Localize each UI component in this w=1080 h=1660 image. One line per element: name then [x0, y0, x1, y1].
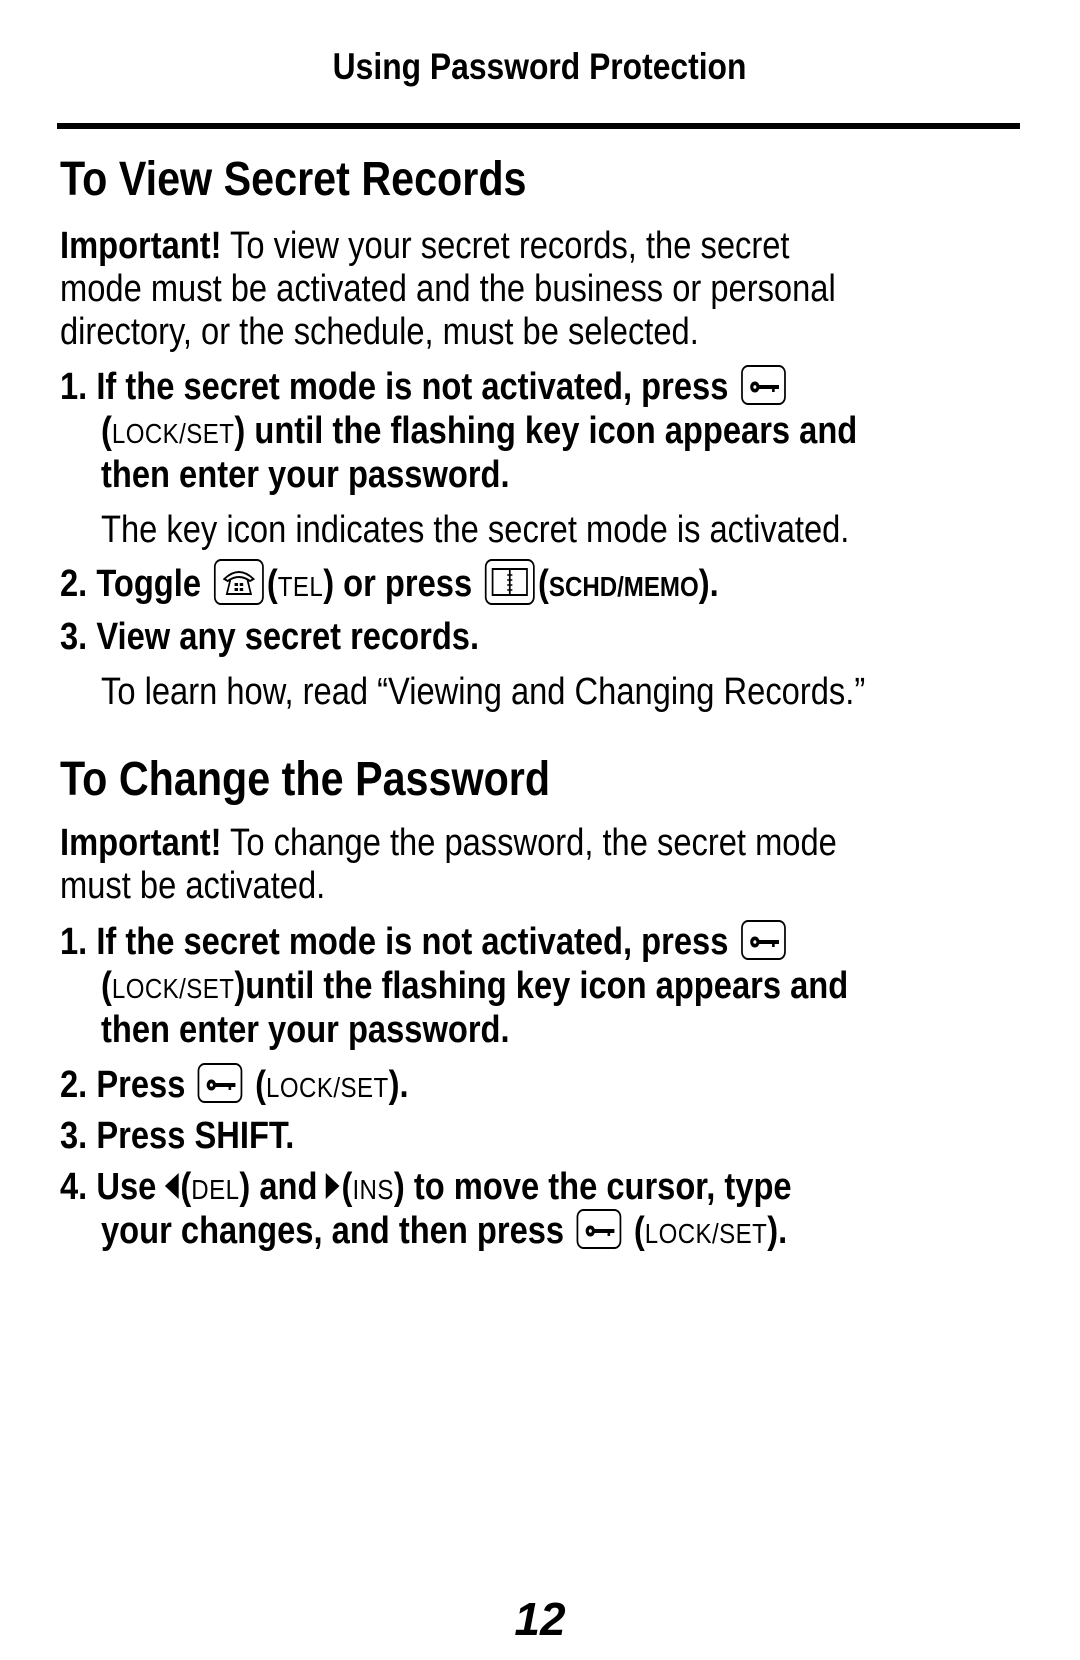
lock-set-key-button[interactable]	[197, 1062, 243, 1103]
step-number: 4.	[60, 1166, 88, 1208]
tel-key-button[interactable]	[213, 559, 264, 605]
del-label: DEL	[191, 1174, 240, 1205]
important-label: Important!	[60, 822, 222, 864]
ins-label: INS	[352, 1174, 394, 1205]
page-number: 12	[514, 1593, 566, 1645]
lock-set-label: LOCK/SET	[266, 1072, 389, 1103]
lock-set-label: LOCK/SET	[111, 418, 235, 449]
key-icon	[585, 1225, 615, 1237]
step-1-note: The key icon indicates the secret mode i…	[101, 509, 850, 551]
important-label: Important!	[60, 225, 222, 267]
step-2: 2. Press (LOCK/SET).	[60, 1062, 409, 1106]
step-1-line-2: (LOCK/SET)until the flashing key icon ap…	[101, 965, 849, 1007]
step-3: 3. View any secret records.	[60, 616, 480, 658]
notebook-icon	[491, 568, 528, 596]
step-number: 3.	[60, 1115, 88, 1157]
step-4-line-1: 4. Use (DEL) and (INS) to move the cursor,…	[60, 1166, 792, 1208]
schd-memo-label: SCHD/MEMO	[548, 571, 699, 603]
step-1-line-3: then enter your password.	[101, 1009, 510, 1051]
section-title-change-password: To Change the Password	[60, 753, 551, 806]
lock-set-label: LOCK/SET	[644, 1218, 768, 1249]
step-number: 3.	[60, 616, 88, 658]
step-1-line-3: then enter your password.	[101, 454, 510, 496]
important-note-line-2: mode must be activated and the business …	[60, 268, 836, 310]
step-1-line-1: 1. If the secret mode is not activated, …	[60, 919, 789, 964]
right-arrow-icon	[326, 1172, 340, 1199]
important-note-line-2: must be activated.	[60, 865, 326, 907]
tel-label: TEL	[277, 571, 324, 603]
step-3-note: To learn how, read “Viewing and Changing…	[101, 671, 866, 713]
step-1-line-1: 1. If the secret mode is not activated, …	[60, 364, 789, 409]
lock-set-label: LOCK/SET	[111, 973, 235, 1004]
step-1-line-2: (LOCK/SET) until the flashing key icon a…	[101, 410, 858, 452]
lock-set-key-button[interactable]	[740, 364, 786, 405]
running-header: Using Password Protection	[333, 46, 747, 87]
header-rule	[57, 123, 1020, 129]
step-number: 2.	[60, 1064, 88, 1106]
section-title-view-secret-records: To View Secret Records	[60, 153, 527, 206]
schd-memo-key-button[interactable]	[484, 559, 535, 605]
telephone-icon	[222, 571, 255, 595]
step-number: 2.	[60, 563, 88, 606]
important-note-line-1: Important! To change the password, the s…	[60, 822, 837, 864]
lock-set-key-button[interactable]	[740, 919, 786, 960]
step-number: 1.	[60, 921, 88, 963]
step-3: 3. Press SHIFT.	[60, 1115, 295, 1157]
key-icon	[749, 936, 779, 948]
step-4-line-2: your changes, and then press (LOCK/SET).	[101, 1208, 788, 1252]
left-arrow-icon	[164, 1172, 179, 1199]
important-note-line-3: directory, or the schedule, must be sele…	[60, 311, 699, 353]
step-number: 1.	[60, 366, 88, 408]
step-2: 2. Toggle (TEL) or press (SCHD/MEMO).	[60, 559, 719, 609]
key-icon	[749, 381, 779, 393]
important-note-line-1: Important! To view your secret records, …	[60, 225, 790, 267]
key-icon	[206, 1079, 236, 1091]
lock-set-key-button[interactable]	[576, 1208, 622, 1249]
